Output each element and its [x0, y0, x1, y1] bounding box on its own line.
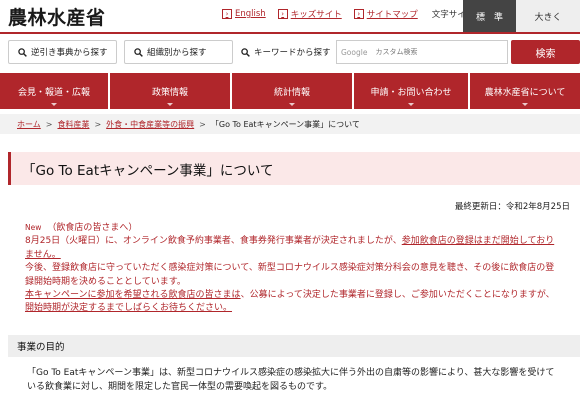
- search-icon: [18, 47, 27, 57]
- section-body: 「Go To Eatキャンペーン事業」は、新型コロナウイルス感染症の感染拡大に伴…: [27, 368, 555, 392]
- caret-down-icon: [51, 103, 57, 106]
- news-line-1: 8月25日（火曜日）に、オンライン飲食予約事業者、食事券発行事業者が決定されまし…: [25, 236, 555, 260]
- main-nav: 会見・報道・広報 政策情報 統計情報 申請・お問い合わせ 農林水産省について: [0, 73, 580, 109]
- kids-site-link[interactable]: › キッズサイト: [277, 8, 342, 20]
- search-icon: [134, 47, 143, 57]
- news-audience: （飲食店の皆さまへ）: [47, 223, 138, 233]
- page-title: 「Go To Eatキャンペーン事業」について: [8, 152, 580, 185]
- breadcrumb-separator: >: [199, 119, 206, 129]
- news-notice: New （飲食店の皆さまへ） 8月25日（火曜日）に、オンライン飲食予約事業者、食…: [25, 221, 560, 316]
- breadcrumb-separator: >: [45, 119, 53, 129]
- sitemap-link[interactable]: › サイトマップ: [353, 8, 418, 20]
- reverse-lookup-button[interactable]: 逆引き事典から探す: [8, 40, 117, 64]
- nav-press[interactable]: 会見・報道・広報: [0, 73, 108, 109]
- nav-policy[interactable]: 政策情報: [110, 73, 230, 109]
- breadcrumb-food-industry[interactable]: 食料産業: [57, 119, 89, 130]
- utility-links: › English › キッズサイト › サイトマップ 文字サイズ: [222, 8, 474, 20]
- text-size-large-button[interactable]: 大きく: [516, 0, 580, 32]
- breadcrumb-current: 「Go To Eatキャンペーン事業」について: [210, 119, 360, 129]
- search-icon: [241, 47, 250, 57]
- chevron-right-icon: ›: [222, 9, 232, 19]
- breadcrumb-home[interactable]: ホーム: [17, 119, 41, 130]
- caret-down-icon: [167, 103, 173, 106]
- breadcrumb-food-service[interactable]: 外食・中食産業等の振興: [106, 119, 194, 130]
- search-placeholder: カスタム検索: [375, 48, 418, 56]
- caret-down-icon: [408, 103, 414, 106]
- news-header: New （飲食店の皆さまへ）: [25, 221, 560, 235]
- nav-about[interactable]: 農林水産省について: [470, 73, 580, 109]
- chevron-right-icon: ›: [353, 9, 364, 19]
- chevron-right-icon: ›: [277, 9, 288, 19]
- search-row: 逆引き事典から探す 組織別から探す キーワードから探す Google カスタム検…: [0, 40, 580, 66]
- search-button[interactable]: 検索: [511, 40, 580, 64]
- breadcrumb-separator: >: [94, 119, 102, 129]
- nav-applications[interactable]: 申請・お問い合わせ: [354, 73, 468, 109]
- new-badge: New: [25, 223, 42, 232]
- last-updated: 最終更新日：令和2年8月25日: [454, 202, 570, 212]
- top-bar: 農林水産省 › English › キッズサイト › サイトマップ 文字サイズ …: [0, 0, 580, 32]
- caret-down-icon: [289, 103, 295, 106]
- nav-statistics[interactable]: 統計情報: [232, 73, 352, 109]
- search-input[interactable]: Google カスタム検索: [336, 40, 508, 64]
- caret-down-icon: [522, 103, 528, 106]
- please-wait-link[interactable]: 開始時期が決定するまでしばらくお待ちください。: [25, 303, 232, 313]
- participating-restaurants-link[interactable]: 本キャンペーンに参加を希望される飲食店の皆さまは: [25, 290, 241, 300]
- text-size-standard-button[interactable]: 標 準: [463, 0, 516, 32]
- org-search-button[interactable]: 組織別から探す: [124, 40, 233, 64]
- keyword-search-label: キーワードから探す: [241, 40, 331, 64]
- news-line-2: 今後、登録飲食店に守っていただく感染症対策について、新型コロナウイルス感染症対策…: [25, 263, 555, 287]
- news-line-3: 本キャンペーンに参加を希望される飲食店の皆さまは、公募によって決定した事業者に登…: [25, 290, 555, 314]
- section-heading: 事業の目的: [8, 335, 580, 357]
- google-label: Google: [341, 47, 368, 57]
- breadcrumb: ホーム > 食料産業 > 外食・中食産業等の振興 > 「Go To Eatキャン…: [0, 114, 580, 134]
- header-divider: [0, 32, 580, 34]
- site-logo[interactable]: 農林水産省: [8, 3, 106, 30]
- english-link[interactable]: › English: [222, 9, 266, 19]
